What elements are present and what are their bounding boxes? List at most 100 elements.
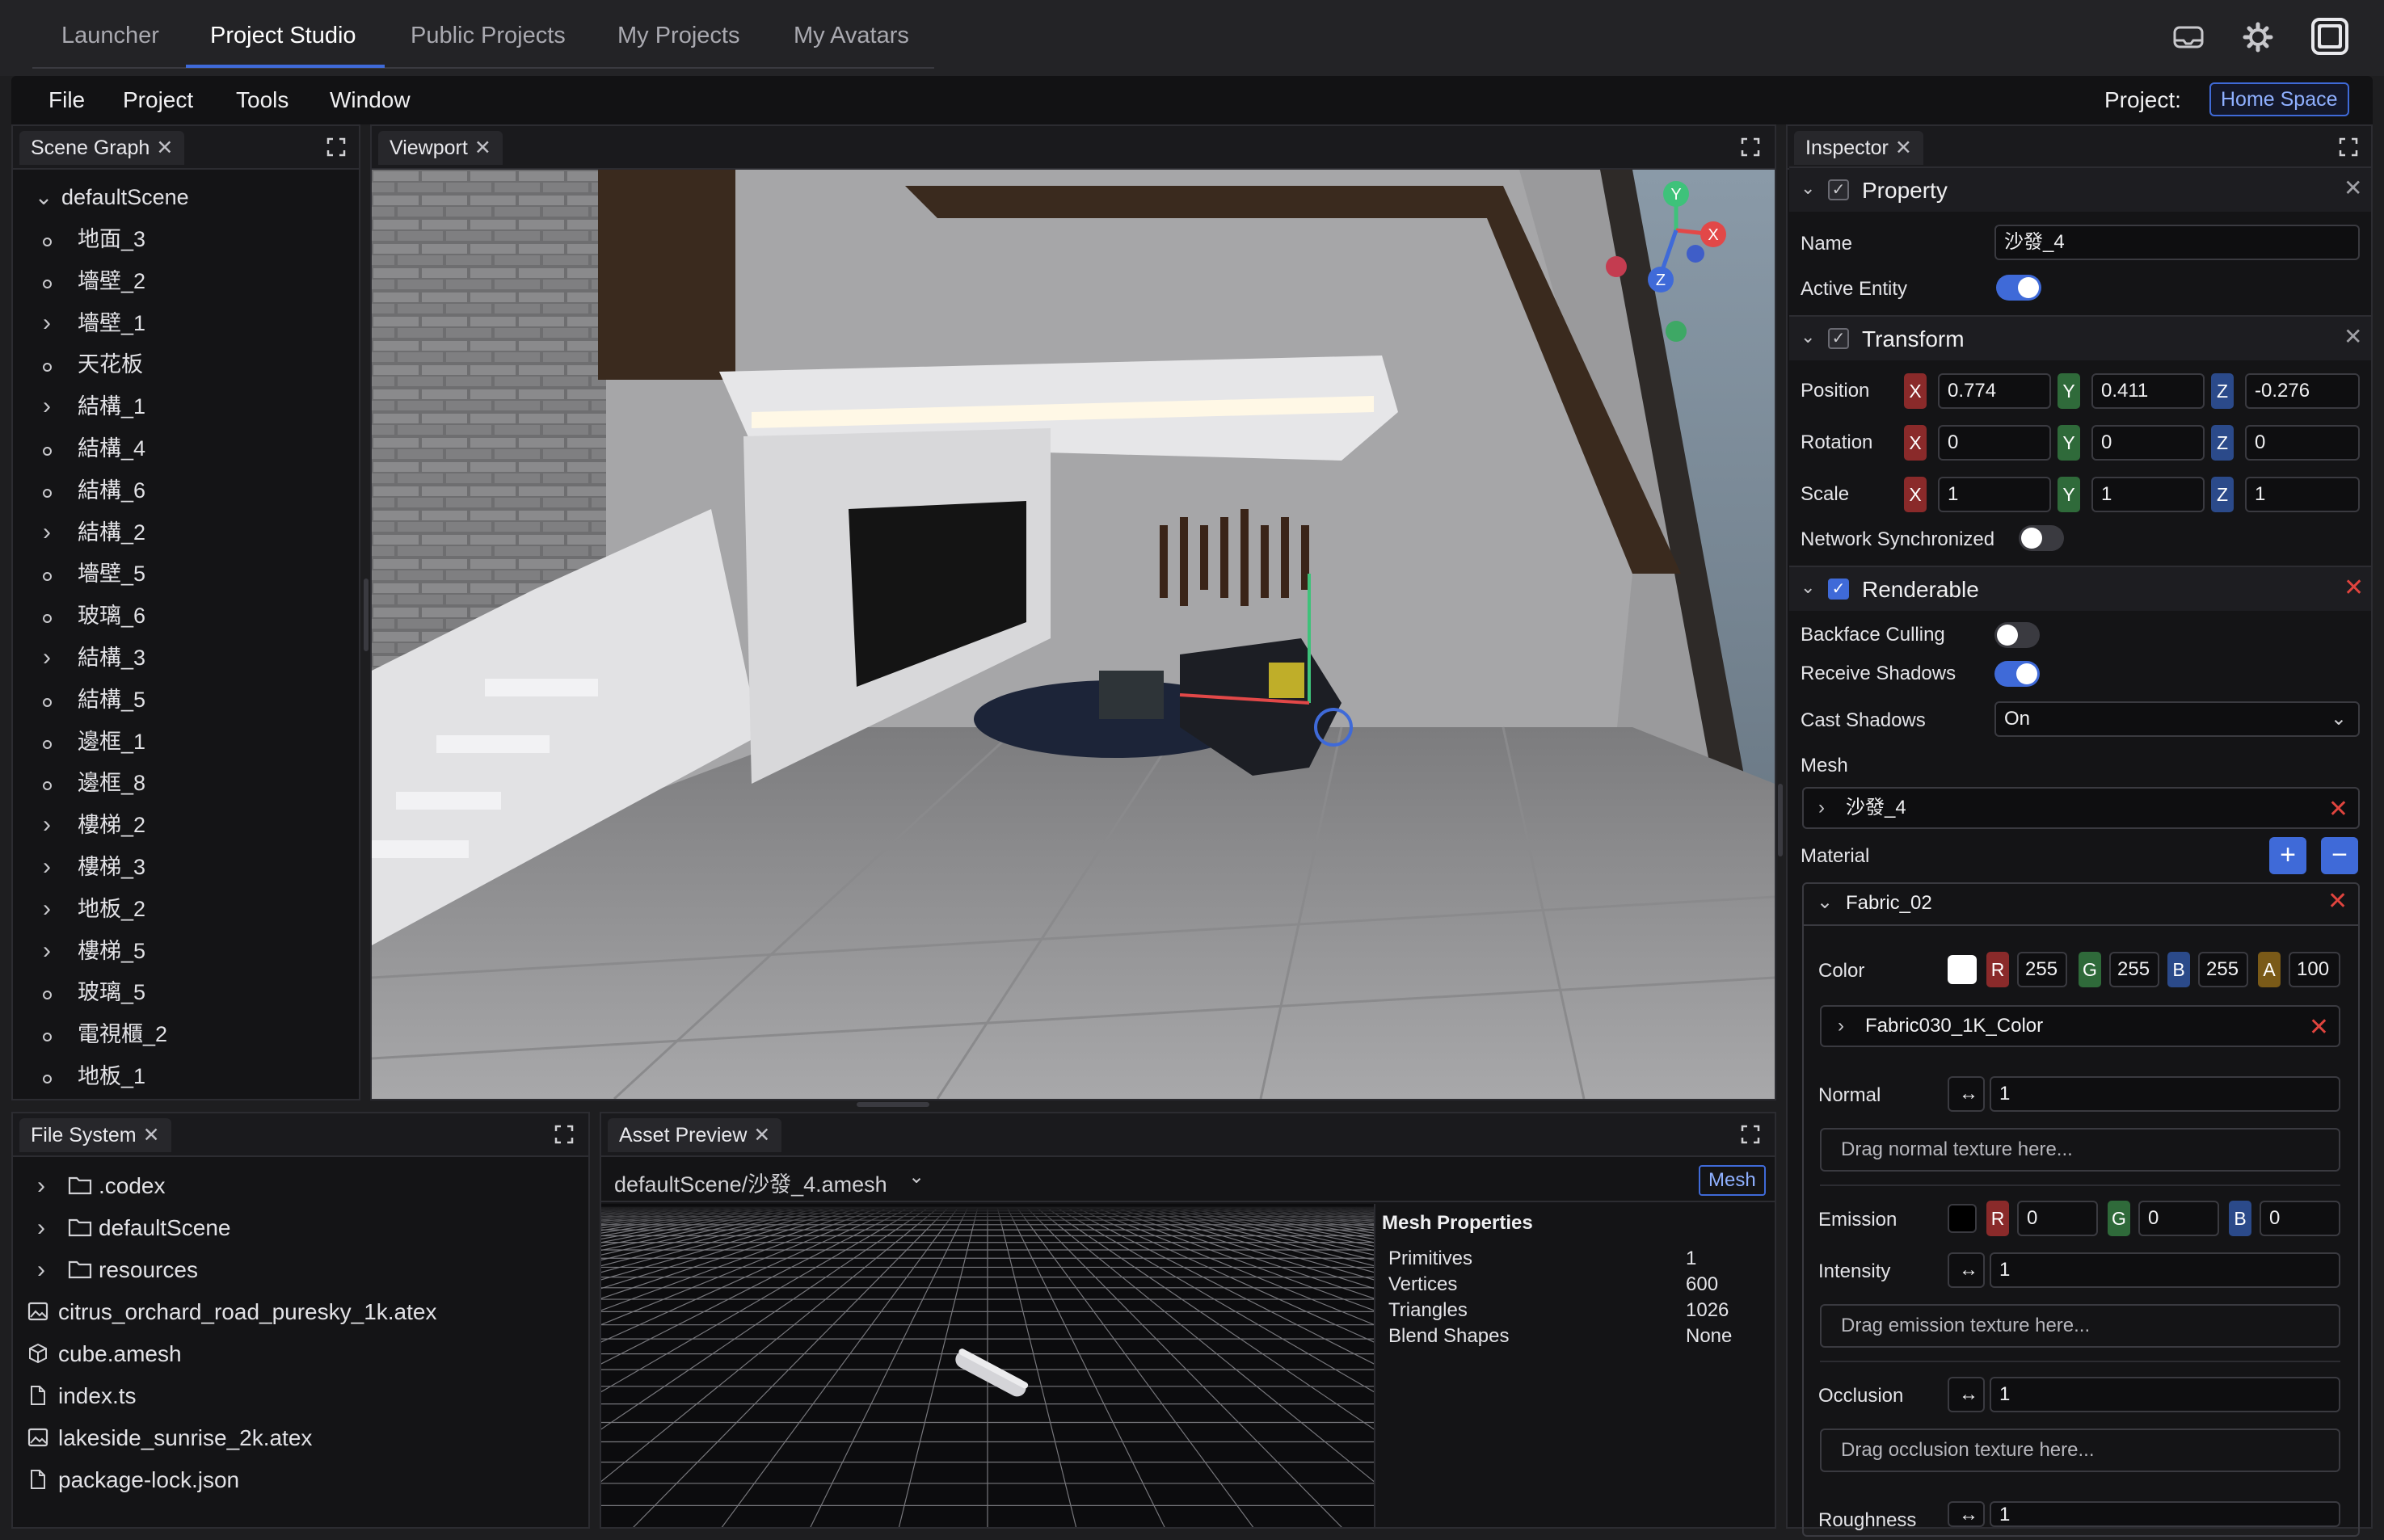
tree-item[interactable]: › 樓梯_3 <box>13 846 352 888</box>
add-material-button[interactable]: + <box>2269 837 2306 874</box>
remove-material-icon[interactable]: ✕ <box>2327 887 2348 915</box>
menu-file[interactable]: File <box>48 87 85 113</box>
emission-texture-dropzone[interactable]: Drag emission texture here... <box>1820 1304 2340 1348</box>
chevron-right-icon[interactable]: › <box>1818 789 1825 827</box>
asset-path[interactable]: defaultScene/沙發_4.amesh <box>614 1167 887 1198</box>
transform-enabled-checkbox[interactable]: ✓ <box>1828 328 1849 349</box>
swap-arrows-icon[interactable]: ↔ <box>1948 1076 1985 1112</box>
chevron-down-icon[interactable]: ⌄ <box>1801 326 1815 347</box>
emission-r-field[interactable]: 0 <box>2017 1201 2098 1236</box>
color-r-field[interactable]: 255 <box>2017 952 2067 987</box>
rotation-y-field[interactable]: 0 <box>2091 425 2205 461</box>
tree-item[interactable]: › 結構_2 <box>13 511 352 553</box>
color-b-field[interactable]: 255 <box>2198 952 2248 987</box>
maximize-icon[interactable] <box>1741 1125 1760 1144</box>
chevron-right-icon[interactable]: › <box>37 1207 45 1249</box>
close-icon[interactable]: ✕ <box>1895 137 1912 159</box>
color-g-field[interactable]: 255 <box>2109 952 2159 987</box>
chevron-right-icon[interactable]: › <box>37 302 57 344</box>
close-icon[interactable]: ✕ <box>753 1124 770 1147</box>
material-header[interactable]: ⌄ Fabric_02 ✕ <box>1802 882 2360 926</box>
horizontal-splitter[interactable] <box>1778 784 1783 856</box>
file-item[interactable]: lakeside_sunrise_2k.atex <box>13 1417 588 1459</box>
scrollbar[interactable] <box>364 579 369 651</box>
menu-project[interactable]: Project <box>123 87 193 113</box>
file-item[interactable]: index.ts <box>13 1375 588 1417</box>
scale-x-field[interactable]: 1 <box>1938 477 2051 512</box>
maximize-icon[interactable] <box>2339 137 2358 157</box>
swap-arrows-icon[interactable]: ↔ <box>1948 1501 1985 1527</box>
backface-culling-toggle[interactable] <box>1994 622 2040 648</box>
intensity-field[interactable]: 1 <box>1990 1252 2340 1288</box>
chevron-right-icon[interactable]: › <box>37 888 57 930</box>
chevron-down-icon[interactable]: ⌄ <box>908 1165 925 1189</box>
chevron-right-icon[interactable]: › <box>37 930 57 972</box>
remove-texture-icon[interactable]: ✕ <box>2309 1008 2329 1046</box>
tree-item[interactable]: 邊框_1 <box>13 721 352 763</box>
tree-item[interactable]: 結構_5 <box>13 679 352 721</box>
file-item[interactable]: citrus_orchard_road_puresky_1k.atex <box>13 1291 588 1333</box>
swap-arrows-icon[interactable]: ↔ <box>1948 1377 1985 1412</box>
file-item[interactable]: › .codex <box>13 1165 588 1207</box>
normal-field[interactable]: 1 <box>1990 1076 2340 1112</box>
name-field[interactable]: 沙發_4 <box>1994 225 2360 260</box>
mesh-preview-canvas[interactable] <box>601 1204 1374 1529</box>
tree-item[interactable]: › 樓梯_2 <box>13 804 352 846</box>
tab-asset-preview[interactable]: Asset Preview ✕ <box>608 1118 782 1152</box>
nav-tab-launcher[interactable]: Launcher <box>61 23 159 49</box>
receive-shadows-toggle[interactable] <box>1994 661 2040 687</box>
remove-material-button[interactable]: − <box>2321 837 2358 874</box>
tree-item[interactable]: 結構_4 <box>13 427 352 469</box>
menu-window[interactable]: Window <box>330 87 411 113</box>
chevron-down-icon[interactable]: ⌄ <box>1817 890 1833 914</box>
close-icon[interactable]: ✕ <box>2344 175 2362 201</box>
menu-tools[interactable]: Tools <box>236 87 289 113</box>
active-entity-toggle[interactable] <box>1996 275 2041 301</box>
remove-mesh-icon[interactable]: ✕ <box>2328 790 2348 827</box>
tree-item[interactable]: › 結構_1 <box>13 385 352 427</box>
tab-scene-graph[interactable]: Scene Graph ✕ <box>19 131 185 165</box>
swap-arrows-icon[interactable]: ↔ <box>1948 1252 1985 1288</box>
chevron-down-icon[interactable]: ⌄ <box>34 176 53 218</box>
cast-shadows-select[interactable]: On ⌄ <box>1994 701 2360 737</box>
tree-item[interactable]: 墻壁_5 <box>13 553 352 595</box>
emission-swatch[interactable] <box>1948 1204 1977 1233</box>
normal-texture-dropzone[interactable]: Drag normal texture here... <box>1820 1128 2340 1172</box>
tree-item[interactable]: 地面_3 <box>13 218 352 260</box>
chevron-right-icon[interactable]: › <box>37 1249 45 1291</box>
tree-item[interactable]: 玻璃_6 <box>13 595 352 637</box>
scale-z-field[interactable]: 1 <box>2245 477 2360 512</box>
color-swatch[interactable] <box>1948 955 1977 984</box>
close-icon[interactable]: ✕ <box>156 137 173 159</box>
chevron-down-icon[interactable]: ⌄ <box>1801 178 1815 199</box>
renderable-enabled-checkbox[interactable]: ✓ <box>1828 579 1849 600</box>
tree-item[interactable]: 玻璃_5 <box>13 971 352 1013</box>
project-name-chip[interactable]: Home Space <box>2209 82 2349 116</box>
tree-item[interactable]: 結構_6 <box>13 469 352 511</box>
viewport-3d-canvas[interactable]: Y X Z <box>372 170 1775 1099</box>
rotation-z-field[interactable]: 0 <box>2245 425 2360 461</box>
nav-tab-public-projects[interactable]: Public Projects <box>411 23 566 49</box>
scale-y-field[interactable]: 1 <box>2091 477 2205 512</box>
color-a-field[interactable]: 100 <box>2289 952 2340 987</box>
position-z-field[interactable]: -0.276 <box>2245 373 2360 409</box>
file-item[interactable]: package-lock.json <box>13 1459 588 1501</box>
emission-g-field[interactable]: 0 <box>2138 1201 2219 1236</box>
maximize-icon[interactable] <box>1741 137 1760 157</box>
position-y-field[interactable]: 0.411 <box>2091 373 2205 409</box>
nav-tab-my-projects[interactable]: My Projects <box>617 23 739 49</box>
file-item[interactable]: › resources <box>13 1249 588 1291</box>
chevron-right-icon[interactable]: › <box>37 804 57 846</box>
tree-item[interactable]: 地板_1 <box>13 1055 352 1097</box>
tree-item[interactable]: › 地板_2 <box>13 888 352 930</box>
chevron-right-icon[interactable]: › <box>37 385 57 427</box>
tab-inspector[interactable]: Inspector ✕ <box>1794 131 1923 165</box>
maximize-icon[interactable] <box>554 1125 574 1144</box>
tree-item[interactable]: 邊框_8 <box>13 762 352 804</box>
occlusion-texture-dropzone[interactable]: Drag occlusion texture here... <box>1820 1428 2340 1472</box>
vertical-splitter[interactable] <box>857 1102 929 1107</box>
tree-root[interactable]: ⌄ defaultScene <box>13 176 352 218</box>
file-item[interactable]: cube.amesh <box>13 1333 588 1375</box>
tab-viewport[interactable]: Viewport ✕ <box>378 131 503 165</box>
chevron-down-icon[interactable]: ⌄ <box>1801 577 1815 598</box>
